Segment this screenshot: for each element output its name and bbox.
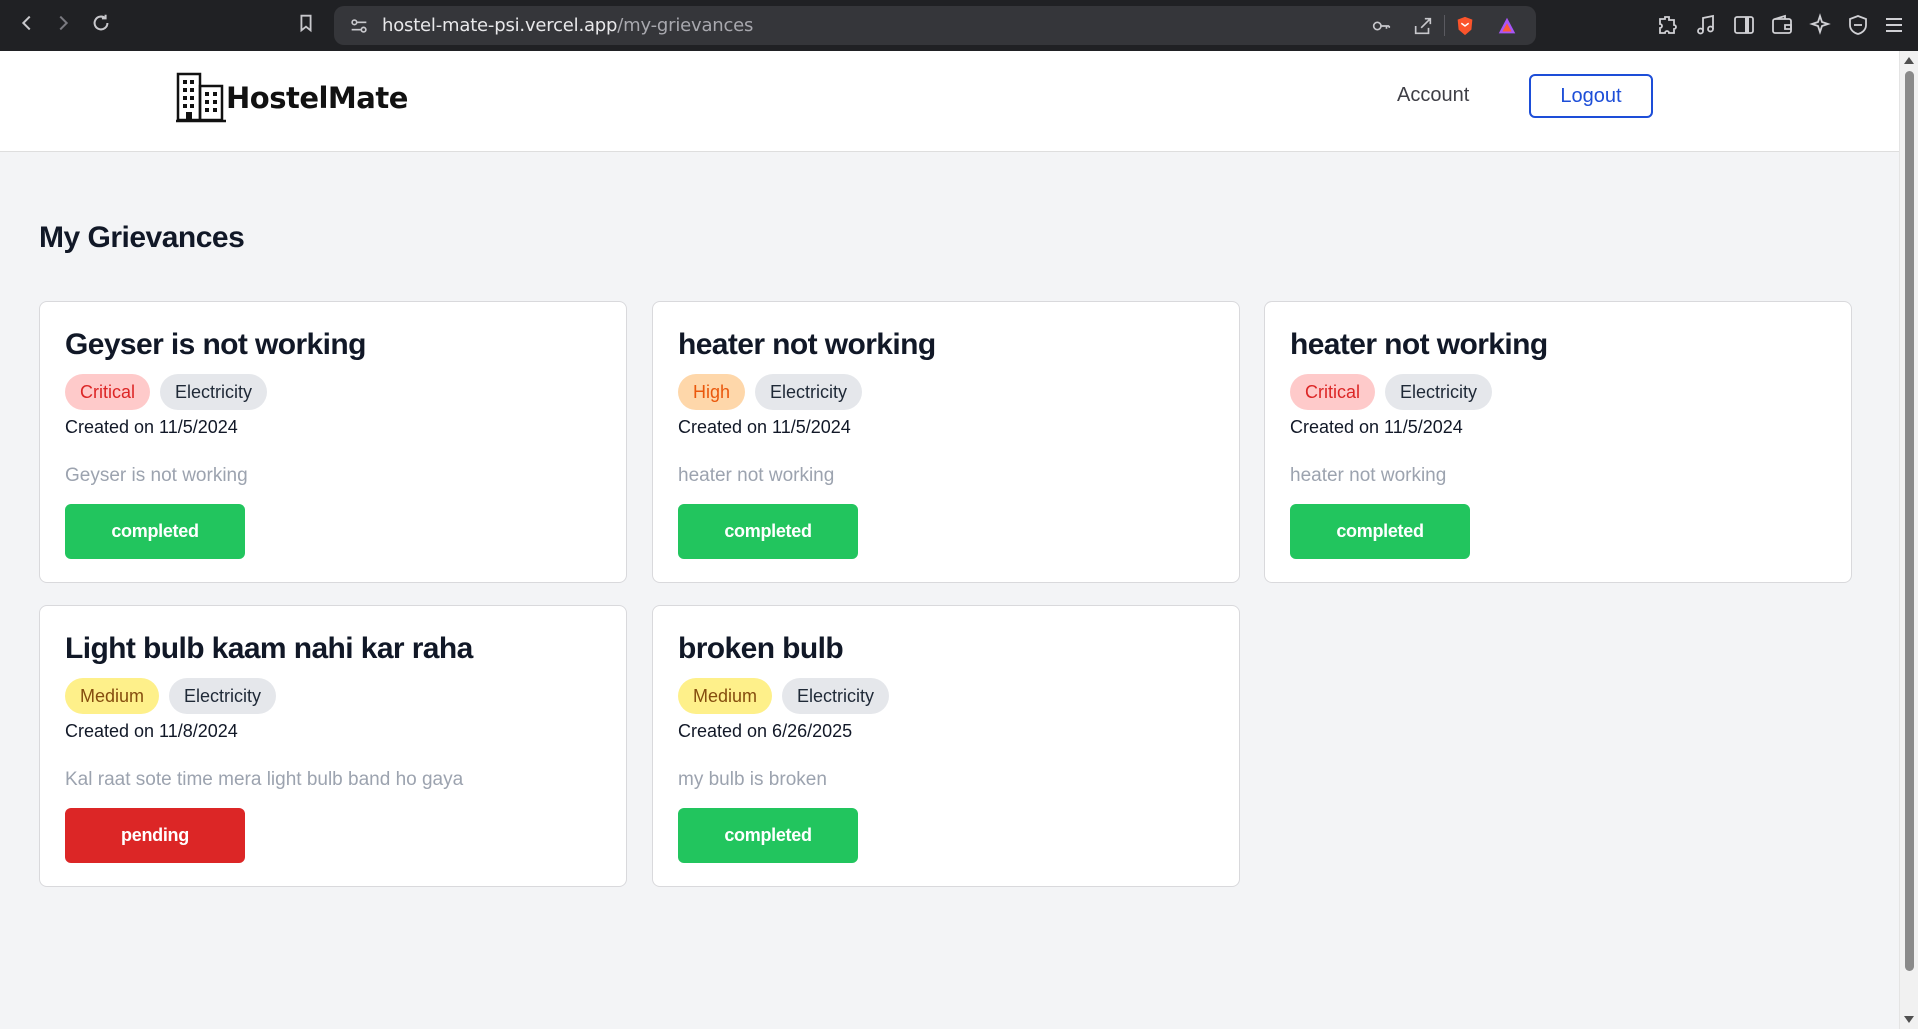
badge-group: Critical Electricity [1290, 374, 1493, 410]
badge-group: High Electricity [678, 374, 863, 410]
browser-toolbar: hostel-mate-psi.vercel.app/my-grievances [0, 0, 1918, 51]
url-path: /my-grievances [617, 15, 754, 36]
bookmark-icon[interactable] [293, 12, 319, 38]
grievance-description: heater not working [678, 465, 835, 486]
building-icon [176, 72, 226, 123]
grievance-card: broken bulb Medium Electricity Created o… [652, 605, 1240, 887]
created-date: Created on 6/26/2025 [678, 721, 853, 741]
site-header: HostelMate Account Logout [0, 51, 1899, 152]
priority-badge: High [678, 374, 746, 410]
key-icon[interactable] [1370, 15, 1392, 37]
sidebar-icon[interactable] [1732, 13, 1756, 37]
forward-icon[interactable] [50, 12, 76, 38]
account-link[interactable]: Account [1397, 84, 1469, 107]
brave-shield-icon[interactable] [1454, 15, 1476, 37]
url-host: hostel-mate-psi.vercel.app [382, 15, 618, 36]
grievance-card: Light bulb kaam nahi kar raha Medium Ele… [39, 605, 627, 887]
priority-badge: Critical [65, 374, 151, 410]
grievance-title: Geyser is not working [65, 328, 366, 361]
wallet-icon[interactable] [1770, 13, 1794, 37]
grievance-card: heater not working Critical Electricity … [1264, 301, 1852, 583]
priority-badge: Critical [1290, 374, 1376, 410]
leo-ai-icon[interactable] [1808, 13, 1832, 37]
category-badge: Electricity [1385, 374, 1493, 410]
status-button[interactable]: completed [1290, 504, 1470, 559]
grievance-title: broken bulb [678, 632, 844, 665]
logo[interactable]: HostelMate [176, 71, 408, 125]
url-text: hostel-mate-psi.vercel.app/my-grievances [382, 6, 753, 45]
vpn-shield-icon[interactable] [1846, 13, 1870, 37]
logout-button[interactable]: Logout [1529, 74, 1653, 118]
grievance-title: heater not working [678, 328, 936, 361]
divider [1444, 15, 1445, 36]
scroll-thumb[interactable] [1905, 71, 1914, 971]
brave-rewards-icon[interactable] [1496, 15, 1518, 37]
grievance-card: heater not working High Electricity Crea… [652, 301, 1240, 583]
badge-group: Medium Electricity [678, 678, 890, 714]
grievance-title: Light bulb kaam nahi kar raha [65, 632, 473, 665]
music-icon[interactable] [1694, 13, 1718, 37]
status-button[interactable]: completed [678, 808, 858, 863]
vertical-scrollbar[interactable] [1899, 51, 1918, 1029]
page-title: My Grievances [39, 221, 245, 254]
category-badge: Electricity [782, 678, 890, 714]
badge-group: Medium Electricity [65, 678, 277, 714]
logo-text: HostelMate [226, 81, 408, 115]
extensions-icon[interactable] [1656, 13, 1680, 37]
back-icon[interactable] [14, 12, 40, 38]
scroll-up-arrow[interactable] [1904, 57, 1914, 64]
site-settings-icon[interactable] [348, 15, 370, 37]
address-bar[interactable]: hostel-mate-psi.vercel.app/my-grievances [334, 6, 1536, 45]
status-button[interactable]: completed [65, 504, 245, 559]
page-viewport: HostelMate Account Logout My Grievances … [0, 51, 1899, 1029]
created-date: Created on 11/5/2024 [1290, 417, 1463, 437]
category-badge: Electricity [755, 374, 863, 410]
grievance-description: my bulb is broken [678, 769, 827, 790]
category-badge: Electricity [169, 678, 277, 714]
status-button[interactable]: completed [678, 504, 858, 559]
reload-icon[interactable] [88, 12, 114, 38]
menu-icon[interactable] [1882, 13, 1906, 37]
created-date: Created on 11/5/2024 [678, 417, 851, 437]
badge-group: Critical Electricity [65, 374, 268, 410]
priority-badge: Medium [65, 678, 160, 714]
created-date: Created on 11/5/2024 [65, 417, 238, 437]
grievance-card: Geyser is not working Critical Electrici… [39, 301, 627, 583]
grievance-description: Geyser is not working [65, 465, 248, 486]
priority-badge: Medium [678, 678, 773, 714]
grievance-description: heater not working [1290, 465, 1447, 486]
created-date: Created on 11/8/2024 [65, 721, 238, 741]
scroll-down-arrow[interactable] [1904, 1016, 1914, 1023]
share-icon[interactable] [1412, 15, 1434, 37]
status-button[interactable]: pending [65, 808, 245, 863]
category-badge: Electricity [160, 374, 268, 410]
grievance-title: heater not working [1290, 328, 1548, 361]
grievance-description: Kal raat sote time mera light bulb band … [65, 769, 464, 790]
